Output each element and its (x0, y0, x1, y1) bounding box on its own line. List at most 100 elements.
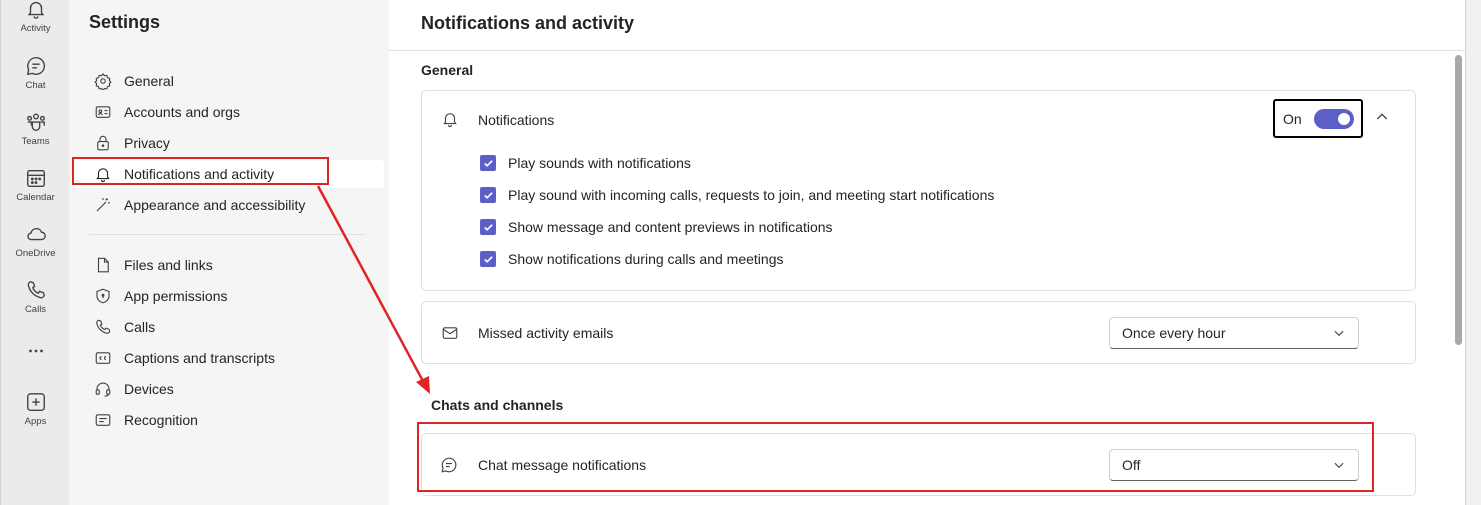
nav-label: Recognition (124, 412, 198, 428)
chat-message-label: Chat message notifications (478, 457, 647, 473)
nav-item-privacy[interactable]: Privacy (73, 129, 384, 157)
nav-item-general[interactable]: General (73, 67, 384, 95)
rail-label: Calls (24, 304, 47, 315)
check-during-calls[interactable]: Show notifications during calls and meet… (480, 251, 784, 267)
missed-activity-label: Missed activity emails (478, 325, 614, 341)
gear-icon (91, 72, 115, 90)
toggle-switch[interactable] (1313, 108, 1354, 129)
section-title-general: General (421, 62, 474, 78)
notifications-toggle[interactable]: On (1273, 99, 1363, 138)
nav-item-recognition[interactable]: Recognition (73, 406, 384, 434)
mail-icon (442, 327, 458, 339)
nav-divider (89, 234, 366, 235)
check-play-sounds[interactable]: Play sounds with notifications (480, 155, 691, 171)
toggle-knob (1337, 112, 1350, 125)
missed-activity-dropdown[interactable]: Once every hour (1109, 317, 1359, 349)
wand-icon (91, 196, 115, 214)
rail-label: Chat (25, 80, 46, 91)
chevron-down-icon (1334, 330, 1344, 337)
nav-label: General (124, 73, 174, 89)
checkbox[interactable] (480, 187, 496, 203)
chat-message-dropdown[interactable]: Off (1109, 449, 1359, 481)
chevron-down-icon (1334, 462, 1344, 469)
calendar-icon (26, 169, 45, 187)
nav-label: Accounts and orgs (124, 104, 240, 120)
more-icon (28, 349, 43, 353)
settings-nav: Settings General Accounts and orgs Priva… (69, 0, 389, 505)
checkbox[interactable] (480, 155, 496, 171)
nav-item-appearance[interactable]: Appearance and accessibility (73, 191, 384, 219)
nav-label: Calls (124, 319, 156, 335)
nav-item-devices[interactable]: Devices (73, 375, 384, 403)
rail-label: Teams (21, 136, 50, 147)
rail-label: Apps (24, 416, 47, 427)
toggle-state-label: On (1283, 110, 1302, 127)
rail-apps[interactable]: Apps (1, 391, 70, 427)
rail-calls[interactable]: Calls (1, 279, 70, 315)
dropdown-value: Once every hour (1122, 325, 1226, 341)
nav-item-files[interactable]: Files and links (73, 251, 384, 279)
nav-label: Appearance and accessibility (124, 197, 306, 213)
check-label: Show notifications during calls and meet… (508, 251, 784, 267)
headset-icon (91, 380, 115, 398)
rail-label: Activity (20, 23, 51, 34)
dropdown-value: Off (1122, 457, 1141, 473)
nav-item-captions[interactable]: Captions and transcripts (73, 344, 384, 372)
check-label: Play sound with incoming calls, requests… (508, 187, 995, 203)
check-incoming-calls[interactable]: Play sound with incoming calls, requests… (480, 187, 994, 203)
notifications-card: Notifications On Play sounds with notifi… (421, 90, 1416, 291)
nav-label: Devices (124, 381, 174, 397)
nav-item-app-permissions[interactable]: App permissions (73, 282, 384, 310)
chat-message-card: Chat message notifications Off (421, 433, 1416, 496)
nav-item-accounts[interactable]: Accounts and orgs (73, 98, 384, 126)
bell-icon (91, 165, 115, 183)
phone-icon (91, 318, 115, 336)
cloud-icon (26, 227, 46, 241)
nav-item-notifications[interactable]: Notifications and activity (73, 160, 384, 188)
id-card-icon (91, 103, 115, 121)
lock-icon (91, 134, 115, 152)
rail-onedrive[interactable]: OneDrive (1, 223, 70, 259)
nav-label: App permissions (124, 288, 228, 304)
check-previews[interactable]: Show message and content previews in not… (480, 219, 833, 235)
main-header: Notifications and activity (389, 0, 1465, 51)
rail-teams[interactable]: Teams (1, 111, 70, 147)
settings-title: Settings (89, 12, 161, 32)
rail-label: Calendar (16, 192, 55, 203)
page-title: Notifications and activity (421, 13, 635, 33)
check-icon (483, 223, 493, 231)
notifications-label: Notifications (478, 112, 555, 128)
check-icon (483, 191, 493, 199)
nav-label: Notifications and activity (124, 166, 275, 182)
checkbox[interactable] (480, 219, 496, 235)
rail-chat[interactable]: Chat (1, 55, 70, 91)
check-label: Show message and content previews in not… (508, 219, 833, 235)
chat-icon (441, 457, 457, 473)
bell-icon (443, 113, 457, 127)
nav-label: Captions and transcripts (124, 350, 275, 366)
check-label: Play sounds with notifications (508, 155, 691, 171)
teams-icon (26, 113, 45, 131)
check-icon (483, 255, 493, 263)
nav-label: Files and links (124, 257, 213, 273)
add-icon (26, 393, 45, 411)
checkbox[interactable] (480, 251, 496, 267)
captions-icon (91, 349, 115, 367)
rail-calendar[interactable]: Calendar (1, 167, 70, 203)
phone-icon (27, 281, 45, 299)
rail-label: OneDrive (15, 248, 56, 259)
bell-icon (27, 1, 44, 19)
scroll-thumb[interactable] (1455, 55, 1462, 345)
rail-more[interactable] (1, 340, 70, 362)
window-edge (1465, 0, 1481, 505)
recognition-icon (91, 411, 115, 429)
main-content: Notifications and activity General Notif… (389, 0, 1465, 505)
rail-activity[interactable]: Activity (1, 0, 70, 34)
file-icon (91, 256, 115, 274)
shield-icon (91, 287, 115, 305)
main-scrollbar[interactable] (1452, 51, 1465, 505)
check-icon (483, 159, 493, 167)
section-title-chats: Chats and channels (431, 397, 564, 413)
chevron-up-icon[interactable] (1374, 109, 1390, 125)
nav-item-calls[interactable]: Calls (73, 313, 384, 341)
